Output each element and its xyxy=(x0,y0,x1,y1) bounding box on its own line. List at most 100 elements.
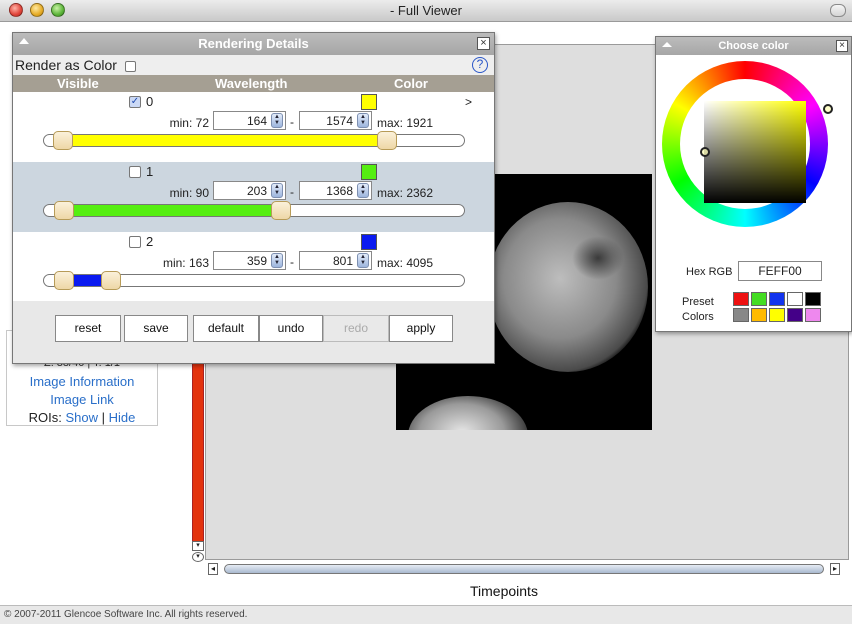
window-start-input[interactable]: 359 ▲ ▼ xyxy=(213,251,286,270)
hex-rgb-label: Hex RGB xyxy=(686,266,733,278)
color-column-label: Color xyxy=(394,76,428,91)
hue-marker-icon[interactable] xyxy=(823,104,833,114)
range-end-handle[interactable] xyxy=(101,271,122,290)
undo-button[interactable]: undo xyxy=(259,315,323,342)
render-as-color-label: Render as Color xyxy=(15,57,117,73)
range-end-handle[interactable] xyxy=(270,201,291,220)
preset-color-swatch[interactable] xyxy=(733,292,749,306)
channel-list: ✓ 0 > min: 72 164 ▲ ▼ -1574 ▲ ▼ max: 1921 1 min: 90 2… xyxy=(13,92,494,302)
channel-color-swatch[interactable] xyxy=(361,234,377,250)
window-start-stepper-icon[interactable]: ▲ ▼ xyxy=(271,253,283,268)
scroll-left-icon[interactable]: ◂ xyxy=(208,563,218,575)
window-start-value: 164 xyxy=(246,114,267,128)
preset-color-swatch[interactable] xyxy=(733,308,749,322)
toolbar-toggle-button[interactable] xyxy=(830,4,846,17)
scrollbar-track[interactable] xyxy=(224,564,824,574)
window-end-input[interactable]: 801 ▲ ▼ xyxy=(299,251,372,270)
preset-color-swatch[interactable] xyxy=(769,308,785,322)
close-icon[interactable]: × xyxy=(836,40,848,52)
z-slider-down-icon[interactable]: ▾ xyxy=(192,541,204,551)
render-as-color-checkbox[interactable] xyxy=(124,60,136,72)
timepoints-label: Timepoints xyxy=(470,583,538,599)
preset-label-line2: Colors xyxy=(682,311,714,323)
rois-separator: | xyxy=(101,410,106,425)
window-start-value: 359 xyxy=(246,254,267,268)
range-dash: - xyxy=(290,185,294,199)
choose-color-title: Choose color xyxy=(718,40,789,52)
channel-range-track[interactable] xyxy=(43,204,465,217)
render-as-color-row: Render as Color ? xyxy=(13,55,494,75)
window-end-input[interactable]: 1574 ▲ ▼ xyxy=(299,111,372,130)
image-link[interactable]: Image Link xyxy=(7,392,157,407)
rendering-button-row: reset save default undo redo apply xyxy=(13,301,494,363)
more-options-icon[interactable]: > xyxy=(465,95,472,109)
save-button[interactable]: save xyxy=(124,315,188,342)
preset-color-swatch[interactable] xyxy=(787,292,803,306)
range-start-handle[interactable] xyxy=(54,271,75,290)
channel-row: 1 min: 90 203 ▲ ▼ -1368 ▲ ▼ max: 2362 xyxy=(13,162,494,232)
channel-max-label: max: 4095 xyxy=(377,256,434,270)
channel-row: 2 min: 163 359 ▲ ▼ -801 ▲ ▼ max: 4095 xyxy=(13,232,494,302)
window-end-stepper-icon[interactable]: ▲ ▼ xyxy=(357,253,369,268)
preset-color-swatch[interactable] xyxy=(769,292,785,306)
preset-color-grid xyxy=(732,292,824,324)
window-title: - Full Viewer xyxy=(389,3,462,18)
channel-min-label: min: 163 xyxy=(162,256,209,270)
saturation-value-square[interactable] xyxy=(704,101,806,203)
preset-color-swatch[interactable] xyxy=(805,292,821,306)
collapse-icon[interactable] xyxy=(662,42,672,47)
channel-index: 2 xyxy=(146,234,154,249)
window-end-input[interactable]: 1368 ▲ ▼ xyxy=(299,181,372,200)
range-dash: - xyxy=(290,115,294,129)
range-start-handle[interactable] xyxy=(52,131,73,150)
sv-marker-icon[interactable] xyxy=(700,147,710,157)
channel-range-track[interactable] xyxy=(43,134,465,147)
window-start-input[interactable]: 203 ▲ ▼ xyxy=(213,181,286,200)
channel-visible-checkbox[interactable] xyxy=(129,236,141,248)
window-start-value: 203 xyxy=(246,184,267,198)
preset-color-swatch[interactable] xyxy=(751,292,767,306)
default-button[interactable]: default xyxy=(193,315,259,342)
rois-row: ROIs: Show | Hide xyxy=(7,410,157,425)
window-start-stepper-icon[interactable]: ▲ ▼ xyxy=(271,183,283,198)
apply-button[interactable]: apply xyxy=(389,315,453,342)
close-icon[interactable]: × xyxy=(477,37,490,50)
range-end-handle[interactable] xyxy=(376,131,397,150)
channel-min-label: min: 90 xyxy=(169,186,209,200)
z-slider-step-icon[interactable]: ▾ xyxy=(192,552,204,562)
range-start-handle[interactable] xyxy=(54,201,75,220)
preset-color-swatch[interactable] xyxy=(751,308,767,322)
z-slider-track[interactable] xyxy=(192,360,204,542)
preset-color-swatch[interactable] xyxy=(787,308,803,322)
help-icon[interactable]: ? xyxy=(472,57,488,73)
window-end-stepper-icon[interactable]: ▲ ▼ xyxy=(357,183,369,198)
rois-hide-link[interactable]: Hide xyxy=(109,410,136,425)
window-end-value: 1574 xyxy=(326,114,353,128)
timepoint-scrollbar[interactable]: ◂ ▸ xyxy=(208,563,840,575)
redo-button[interactable]: redo xyxy=(323,315,389,342)
channel-color-swatch[interactable] xyxy=(361,164,377,180)
wavelength-column-label: Wavelength xyxy=(215,76,288,91)
image-information-link[interactable]: Image Information xyxy=(7,374,157,389)
channel-max-label: max: 1921 xyxy=(377,116,434,130)
collapse-icon[interactable] xyxy=(19,38,29,44)
window-end-stepper-icon[interactable]: ▲ ▼ xyxy=(357,113,369,128)
hex-rgb-input[interactable]: FEFF00 xyxy=(738,261,822,281)
rendering-details-header: Rendering Details × xyxy=(13,33,494,55)
channel-visible-checkbox[interactable]: ✓ xyxy=(129,96,141,108)
window-start-input[interactable]: 164 ▲ ▼ xyxy=(213,111,286,130)
channel-index: 0 xyxy=(146,94,154,109)
window-start-stepper-icon[interactable]: ▲ ▼ xyxy=(271,113,283,128)
window-end-value: 801 xyxy=(332,254,353,268)
channel-column-header: Visible Wavelength Color xyxy=(13,75,494,92)
preset-label-line1: Preset xyxy=(682,296,714,308)
scroll-right-icon[interactable]: ▸ xyxy=(830,563,840,575)
channel-visible-checkbox[interactable] xyxy=(129,166,141,178)
preset-color-swatch[interactable] xyxy=(805,308,821,322)
rois-show-link[interactable]: Show xyxy=(65,410,98,425)
range-dash: - xyxy=(290,255,294,269)
channel-color-swatch[interactable] xyxy=(361,94,377,110)
channel-min-label: min: 72 xyxy=(169,116,209,130)
channel-range-fill xyxy=(63,135,388,146)
reset-button[interactable]: reset xyxy=(55,315,121,342)
